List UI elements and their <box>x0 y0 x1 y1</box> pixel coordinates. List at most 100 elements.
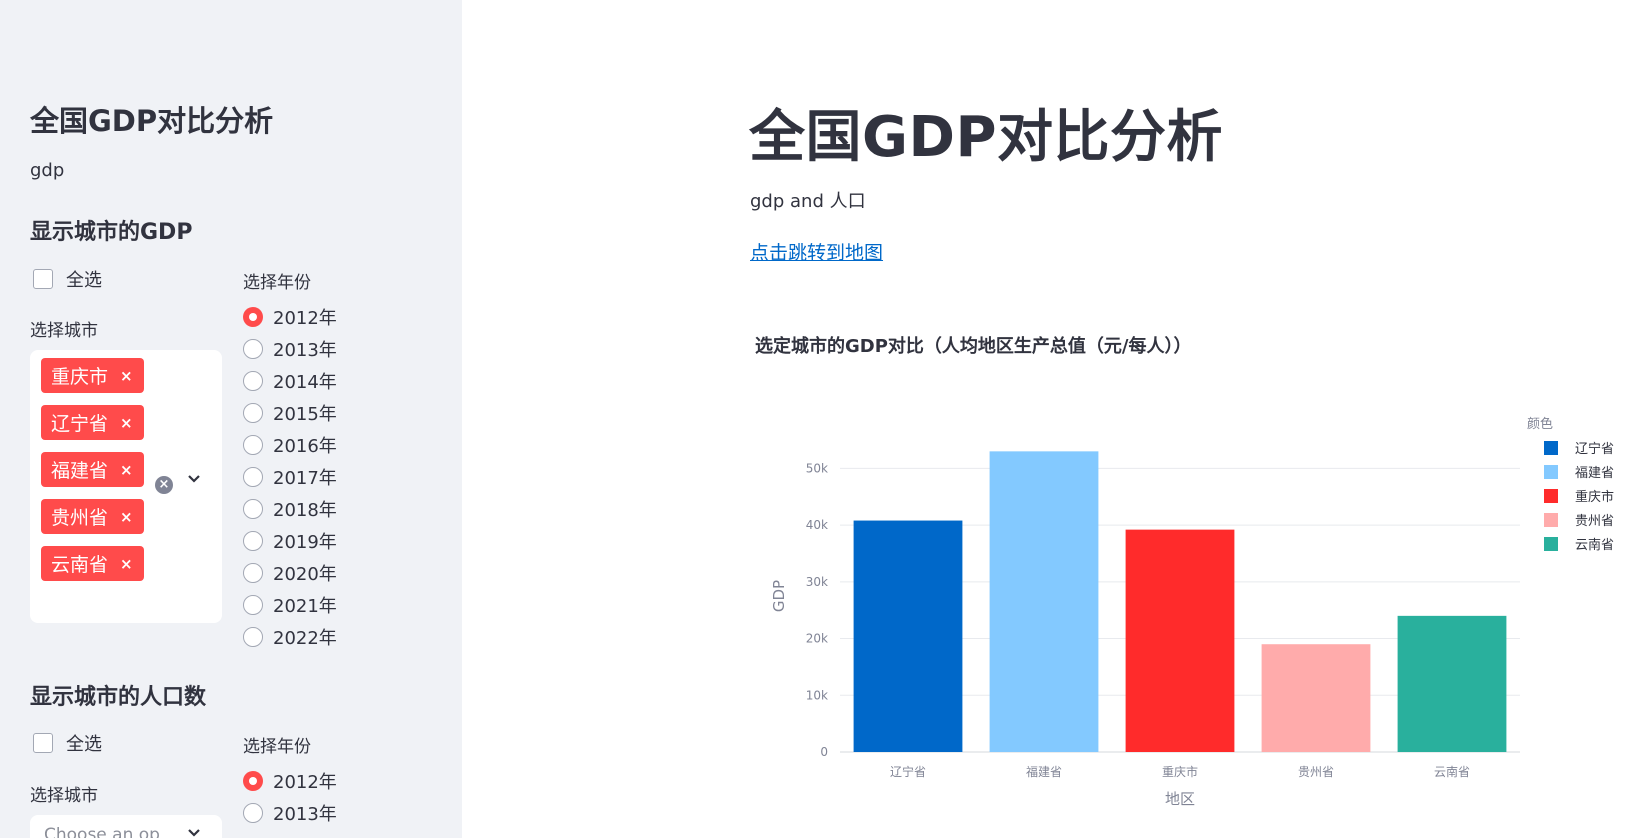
city-tag: 重庆市 × <box>41 358 144 393</box>
x-tick-label: 福建省 <box>1026 764 1062 779</box>
chevron-down-icon[interactable] <box>186 470 202 491</box>
population-year-radio-group: 2012年 2013年 <box>243 765 337 829</box>
remove-tag-icon[interactable]: × <box>120 461 133 479</box>
population-section-heading: 显示城市的人口数 <box>30 685 207 710</box>
radio-dot[interactable] <box>243 803 263 823</box>
city-tag: 云南省 × <box>41 546 144 581</box>
legend-swatch[interactable] <box>1544 489 1558 503</box>
chart-legend: 颜色辽宁省福建省重庆市贵州省云南省 <box>1527 416 1614 553</box>
radio-dot[interactable] <box>243 595 263 615</box>
map-link[interactable]: 点击跳转到地图 <box>750 238 883 265</box>
year-radio-option[interactable]: 2021年 <box>243 589 337 621</box>
x-tick-label: 贵州省 <box>1298 765 1334 779</box>
legend-label[interactable]: 福建省 <box>1575 466 1614 481</box>
legend-swatch[interactable] <box>1544 513 1558 527</box>
population-year-label: 选择年份 <box>243 737 311 757</box>
radio-label: 2013年 <box>273 804 337 825</box>
year-radio-option[interactable]: 2022年 <box>243 621 337 653</box>
population-city-select[interactable]: Choose an op <box>30 815 222 838</box>
radio-label: 2016年 <box>273 436 337 457</box>
tag-label: 福建省 <box>51 460 109 482</box>
radio-dot[interactable] <box>243 563 263 583</box>
city-tag: 贵州省 × <box>41 499 144 534</box>
gdp-city-multiselect[interactable]: 重庆市 × 辽宁省 × 福建省 × 贵州省 × 云南省 × × <box>30 350 222 623</box>
remove-tag-icon[interactable]: × <box>120 508 133 526</box>
y-tick-label: 10k <box>806 688 828 702</box>
radio-label: 2018年 <box>273 500 337 521</box>
year-radio-option[interactable]: 2014年 <box>243 365 337 397</box>
bar[interactable] <box>853 520 963 752</box>
radio-dot[interactable] <box>243 371 263 391</box>
page-title: 全国GDP对比分析 <box>749 105 1223 170</box>
remove-tag-icon[interactable]: × <box>120 555 133 573</box>
bar[interactable] <box>1125 529 1235 752</box>
gdp-year-label: 选择年份 <box>243 273 311 293</box>
sidebar-text: gdp <box>30 160 65 181</box>
gdp-section-heading: 显示城市的GDP <box>30 220 193 245</box>
radio-label: 2013年 <box>273 340 337 361</box>
radio-label: 2015年 <box>273 404 337 425</box>
year-radio-option[interactable]: 2016年 <box>243 429 337 461</box>
legend-title: 颜色 <box>1527 416 1553 432</box>
year-radio-option[interactable]: 2013年 <box>243 797 337 829</box>
gdp-year-radio-group: 2012年 2013年 2014年 2015年 2016年 2017年 2018… <box>243 301 337 653</box>
clear-all-icon[interactable]: × <box>155 476 173 494</box>
radio-label: 2022年 <box>273 628 337 649</box>
legend-swatch[interactable] <box>1544 537 1558 551</box>
gdp-select-all-checkbox[interactable]: 全选 <box>33 266 102 292</box>
x-tick-label: 辽宁省 <box>890 764 926 779</box>
year-radio-option[interactable]: 2012年 <box>243 301 337 333</box>
radio-dot[interactable] <box>243 403 263 423</box>
city-tag: 辽宁省 × <box>41 405 144 440</box>
y-tick-label: 20k <box>806 632 828 646</box>
y-axis-title: GDP <box>770 580 788 612</box>
year-radio-option[interactable]: 2017年 <box>243 461 337 493</box>
radio-label: 2012年 <box>273 772 337 793</box>
chevron-down-icon[interactable] <box>186 824 202 838</box>
y-tick-label: 50k <box>806 461 828 475</box>
radio-dot[interactable] <box>243 627 263 647</box>
checkbox-box[interactable] <box>33 269 53 289</box>
radio-dot[interactable] <box>243 339 263 359</box>
radio-dot[interactable] <box>243 307 263 327</box>
tag-label: 辽宁省 <box>51 413 109 435</box>
gdp-city-label: 选择城市 <box>30 321 98 341</box>
radio-label: 2017年 <box>273 468 337 489</box>
x-axis-ticks: 辽宁省 福建省 重庆市 贵州省 云南省 <box>890 764 1470 779</box>
bar[interactable] <box>989 451 1099 752</box>
population-city-label: 选择城市 <box>30 786 98 806</box>
year-radio-option[interactable]: 2012年 <box>243 765 337 797</box>
x-tick-label: 云南省 <box>1434 764 1470 779</box>
remove-tag-icon[interactable]: × <box>120 367 133 385</box>
chart-bars <box>853 451 1507 752</box>
radio-dot[interactable] <box>243 435 263 455</box>
year-radio-option[interactable]: 2015年 <box>243 397 337 429</box>
radio-dot[interactable] <box>243 499 263 519</box>
tag-label: 云南省 <box>51 554 109 576</box>
legend-label[interactable]: 云南省 <box>1575 537 1614 553</box>
sidebar: 全国GDP对比分析 gdp 显示城市的GDP 全选 选择城市 重庆市 × 辽宁省 ×… <box>0 0 462 838</box>
year-radio-option[interactable]: 2019年 <box>243 525 337 557</box>
y-axis-ticks: 0 10k 20k 30k 40k 50k <box>806 461 828 759</box>
legend-label[interactable]: 重庆市 <box>1575 489 1614 505</box>
bar[interactable] <box>1397 615 1507 752</box>
page-subtitle: gdp and 人口 <box>750 191 866 212</box>
checkbox-box[interactable] <box>33 733 53 753</box>
population-select-all-checkbox[interactable]: 全选 <box>33 730 102 756</box>
city-tag: 福建省 × <box>41 452 144 487</box>
year-radio-option[interactable]: 2018年 <box>243 493 337 525</box>
legend-label[interactable]: 辽宁省 <box>1575 441 1614 457</box>
y-tick-label: 30k <box>806 575 828 589</box>
year-radio-option[interactable]: 2020年 <box>243 557 337 589</box>
legend-swatch[interactable] <box>1544 441 1558 455</box>
radio-dot[interactable] <box>243 771 263 791</box>
remove-tag-icon[interactable]: × <box>120 414 133 432</box>
bar[interactable] <box>1261 644 1371 752</box>
gdp-bar-chart: 010k20k30k40k50k 辽宁省 福建省 重庆市 贵州省 云南省 GDP 地区 … <box>770 416 1614 808</box>
legend-swatch[interactable] <box>1544 465 1558 479</box>
year-radio-option[interactable]: 2013年 <box>243 333 337 365</box>
radio-dot[interactable] <box>243 531 263 551</box>
tag-label: 贵州省 <box>51 507 109 529</box>
legend-label[interactable]: 贵州省 <box>1575 514 1614 529</box>
radio-dot[interactable] <box>243 467 263 487</box>
